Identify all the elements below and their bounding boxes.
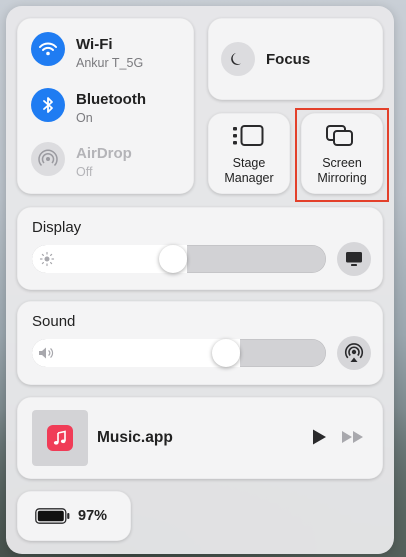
fast-forward-icon[interactable]	[341, 430, 365, 449]
display-settings-icon[interactable]	[337, 242, 371, 276]
now-playing-tile: Music.app	[17, 397, 383, 479]
battery-tile[interactable]: 97%	[17, 491, 131, 541]
display-slider-knob[interactable]	[159, 245, 187, 273]
stage-manager-label-2: Manager	[224, 171, 274, 185]
bluetooth-label: Bluetooth	[76, 91, 146, 108]
bluetooth-status: On	[76, 111, 93, 125]
stage-manager-tile[interactable]: Stage Manager	[208, 113, 290, 194]
stage-manager-label-1: Stage	[232, 156, 266, 170]
music-app-icon	[47, 425, 73, 451]
speaker-icon	[38, 346, 56, 365]
battery-icon	[35, 508, 71, 529]
sound-slider-knob[interactable]	[212, 339, 240, 367]
play-icon[interactable]	[311, 428, 327, 451]
screen-mirroring-highlight-box	[295, 108, 389, 202]
airdrop-status: Off	[76, 165, 93, 179]
airdrop-label: AirDrop	[76, 145, 132, 162]
airdrop-icon	[31, 142, 65, 176]
display-tile: Display	[17, 207, 383, 290]
sun-icon	[39, 251, 55, 272]
focus-tile[interactable]: Focus	[208, 18, 383, 100]
bluetooth-icon	[31, 88, 65, 122]
sound-slider-fill	[32, 339, 240, 367]
wifi-toggle[interactable]: Wi-Fi Ankur T_5G	[17, 18, 194, 74]
connectivity-tile: Wi-Fi Ankur T_5G Bluetooth On AirDrop Of…	[17, 18, 194, 194]
album-artwork	[32, 410, 88, 466]
airdrop-toggle[interactable]: AirDrop Off	[17, 134, 194, 190]
sound-tile: Sound	[17, 301, 383, 385]
control-center-panel: Wi-Fi Ankur T_5G Bluetooth On AirDrop Of…	[6, 6, 394, 554]
display-title: Display	[32, 219, 82, 236]
wifi-status: Ankur T_5G	[76, 56, 144, 70]
wifi-label: Wi-Fi	[76, 36, 113, 53]
wifi-icon	[31, 32, 65, 66]
battery-percentage: 97%	[78, 508, 108, 524]
sound-volume-slider[interactable]	[32, 339, 326, 367]
bluetooth-toggle[interactable]: Bluetooth On	[17, 80, 194, 132]
stage-manager-icon	[233, 125, 265, 152]
sound-title: Sound	[32, 313, 76, 330]
now-playing-app-name: Music.app	[97, 429, 173, 446]
focus-label: Focus	[266, 51, 311, 68]
moon-icon	[221, 42, 255, 76]
airplay-audio-icon[interactable]	[337, 336, 371, 370]
